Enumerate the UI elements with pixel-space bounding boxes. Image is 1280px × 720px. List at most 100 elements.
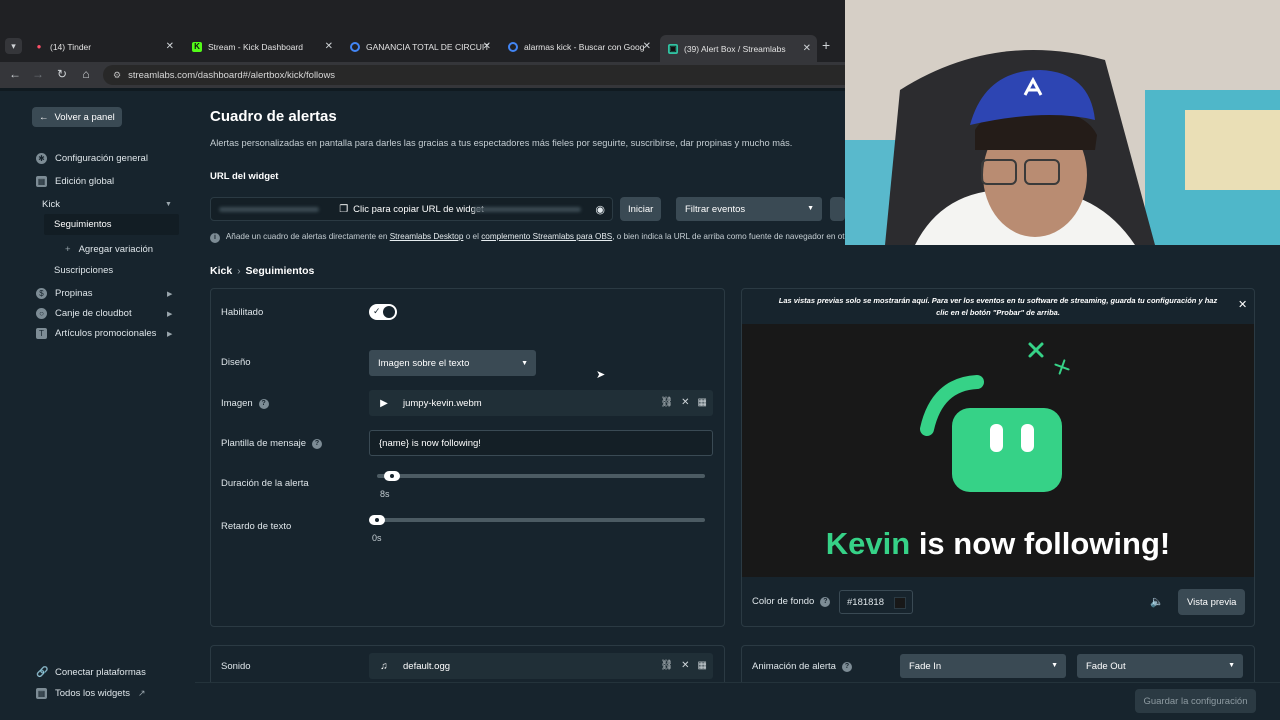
volume-icon[interactable]: 🔈 (1150, 595, 1164, 608)
sidebar-item-general-settings[interactable]: ✱ Configuración general (36, 153, 148, 164)
layout-select[interactable]: Imagen sobre el texto ▼ (369, 350, 536, 376)
add-variation-button[interactable]: + Agregar variación (65, 244, 153, 255)
sidebar-item-kick[interactable]: Kick ▼ (42, 199, 172, 210)
filter-events-select[interactable]: Filtrar eventos ▼ (676, 197, 822, 221)
home-icon[interactable]: ⌂ (78, 67, 94, 81)
info-icon: ? (841, 661, 852, 672)
new-tab-icon[interactable]: + (822, 37, 830, 53)
close-icon[interactable]: ✕ (1238, 298, 1247, 311)
tab-tinder[interactable]: ● (14) Tinder ✕ (26, 35, 180, 58)
image-file-row[interactable]: ▶ jumpy-kevin.webm ⛓ ✕ ▦ (369, 390, 713, 416)
template-label: Plantilla de mensaje ? (221, 438, 323, 449)
reload-icon[interactable]: ↻ (54, 67, 70, 81)
sidebar-item-subscriptions[interactable]: Suscripciones (54, 265, 113, 276)
duration-value: 8s (380, 489, 390, 499)
tinder-icon: ● (36, 41, 42, 51)
all-widgets-link[interactable]: ▦ Todos los widgets ↗ (36, 688, 146, 699)
grid-icon: ▦ (36, 688, 47, 699)
grid-icon[interactable]: ▦ (698, 660, 707, 671)
tab-title: (14) Tinder (50, 41, 92, 52)
alert-name: Kevin (825, 526, 911, 561)
image-label: Imagen ? (221, 398, 269, 409)
sidebar-item-global-edit[interactable]: ▦ Edición global (36, 176, 114, 187)
close-icon[interactable]: ✕ (803, 43, 811, 54)
color-swatch[interactable] (894, 597, 906, 609)
close-icon[interactable]: ✕ (681, 660, 689, 671)
grid-icon[interactable]: ▦ (698, 397, 707, 408)
animation-out-select[interactable]: Fade Out ▼ (1077, 654, 1243, 678)
sidebar-item-merch[interactable]: T Artículos promocionales ▶ (36, 328, 172, 339)
back-to-panel-button[interactable]: ← Volver a panel (32, 107, 122, 127)
blurred-url (473, 207, 581, 212)
chevron-down-icon: ▼ (165, 201, 172, 208)
close-icon[interactable]: ✕ (166, 41, 174, 52)
tab-title: GANANCIA TOTAL DE CIRCUITO (366, 41, 489, 52)
site-info-icon[interactable]: ⚙ (113, 70, 121, 81)
alert-message: Kevin is now following! (825, 526, 1171, 561)
delay-label: Retardo de texto (221, 521, 292, 532)
back-arrow-icon[interactable]: ← (7, 67, 23, 81)
page-title: Cuadro de alertas (210, 108, 337, 125)
browser-tab-bar: ▾ ● (14) Tinder ✕ K Stream - Kick Dashbo… (0, 0, 845, 62)
animation-label: Animación de alerta ? (752, 661, 852, 672)
sound-file-row[interactable]: ♫ default.ogg ⛓ ✕ ▦ (369, 653, 713, 679)
tab-kick-dashboard[interactable]: K Stream - Kick Dashboard ✕ (184, 35, 339, 58)
obs-plugin-link[interactable]: complemento Streamlabs para OBS (481, 232, 612, 241)
streamlabs-desktop-link[interactable]: Streamlabs Desktop (390, 232, 464, 241)
blurred-url (219, 207, 319, 212)
tab-ganancia[interactable]: GANANCIA TOTAL DE CIRCUITO ✕ (342, 35, 497, 58)
url-field[interactable]: ⚙ streamlabs.com/dashboard#/alertbox/kic… (103, 65, 845, 85)
caret-down-icon: ▼ (807, 205, 814, 212)
breadcrumb: Kick › Seguimientos (210, 265, 315, 277)
caret-down-icon: ▼ (1051, 662, 1058, 669)
message-template-input[interactable]: {name} is now following! (369, 430, 713, 456)
delay-slider-track[interactable] (369, 518, 705, 522)
widget-url-field[interactable]: ❐ Clic para copiar URL de widget ◉ (210, 197, 613, 221)
delay-value: 0s (372, 533, 382, 543)
delay-slider-knob[interactable] (369, 515, 385, 525)
tab-alert-box[interactable]: ▣ (39) Alert Box / Streamlabs ✕ (660, 35, 817, 62)
webcam-overlay (845, 0, 1280, 245)
kick-icon: K (192, 41, 202, 52)
duration-slider-track[interactable] (377, 474, 705, 478)
alert-preview-canvas: Kevin is now following! (742, 324, 1254, 577)
widget-url-label: URL del widget (210, 171, 279, 182)
forward-arrow-icon[interactable]: → (30, 67, 46, 81)
streamlabs-icon: ▣ (668, 43, 678, 54)
preview-note: Las vistas previas solo se mostrarán aqu… (778, 296, 1218, 317)
info-icon: i (210, 233, 220, 243)
link-icon[interactable]: ⛓ (660, 397, 673, 408)
animation-in-select[interactable]: Fade In ▼ (900, 654, 1066, 678)
info-icon: ? (820, 596, 831, 607)
save-settings-button[interactable]: Guardar la configuración (1135, 689, 1256, 713)
bg-color-label: Color de fondo ? (752, 596, 831, 607)
connect-platforms-link[interactable]: 🔗 Conectar plataformas (36, 667, 146, 678)
external-link-icon: ↗ (137, 688, 146, 698)
preview-button[interactable]: Vista previa (1178, 589, 1246, 615)
image-file-name: jumpy-kevin.webm (403, 397, 482, 409)
sidebar-item-cloudbot[interactable]: ○ Canje de cloudbot ▶ (36, 308, 172, 319)
tab-search-button[interactable]: ▾ (5, 38, 22, 54)
sound-file-name: default.ogg (403, 660, 451, 672)
enabled-label: Habilitado (221, 307, 264, 318)
chevron-right-icon: ▶ (167, 310, 173, 318)
chevron-right-icon: ▶ (167, 290, 173, 298)
eye-icon[interactable]: ◉ (595, 203, 605, 216)
close-icon[interactable]: ✕ (325, 41, 333, 52)
url-text: streamlabs.com/dashboard#/alertbox/kick/… (128, 69, 336, 81)
bottom-bar (195, 682, 1280, 720)
test-button[interactable] (830, 197, 845, 221)
link-icon[interactable]: ⛓ (660, 660, 673, 671)
duration-slider-knob[interactable] (384, 471, 401, 481)
tab-google-search[interactable]: alarmas kick - Buscar con Goog ✕ (500, 35, 657, 58)
close-icon[interactable]: ✕ (643, 41, 651, 52)
close-icon[interactable]: ✕ (681, 397, 689, 408)
info-note: i Añade un cuadro de alertas directament… (210, 232, 885, 243)
bg-color-input[interactable]: #181818 (839, 590, 913, 614)
sidebar-item-tips[interactable]: $ Propinas ▶ (36, 288, 172, 299)
enabled-toggle[interactable]: ✓ (369, 304, 397, 320)
sidebar-item-follows[interactable]: Seguimientos (44, 214, 179, 235)
settings-card (210, 288, 725, 627)
start-button[interactable]: Iniciar (620, 197, 662, 221)
close-icon[interactable]: ✕ (483, 41, 491, 52)
